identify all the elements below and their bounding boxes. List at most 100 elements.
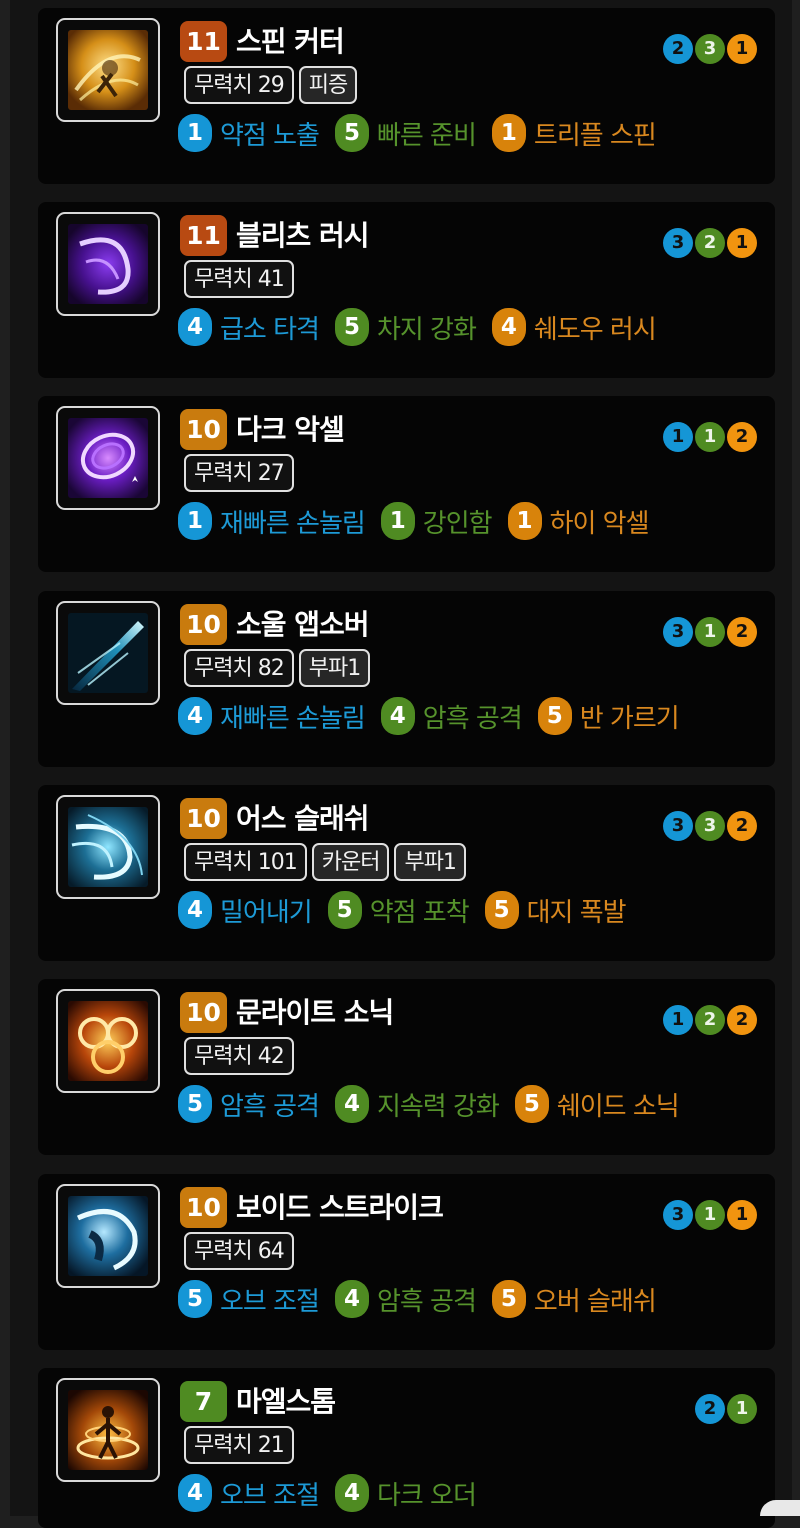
skill-card[interactable]: 10 어스 슬래쉬 무력치 101 카운터 부파1 3 3 2 4 밀어내기 5… — [38, 785, 775, 961]
tripod-level: 5 — [178, 1085, 212, 1123]
tripod-level: 4 — [178, 891, 212, 929]
tripod-tier-dots: 3 3 2 — [663, 811, 757, 841]
tripod-row: 1 약점 노출 5 빠른 준비 1 트리플 스핀 — [178, 114, 672, 152]
skill-card[interactable]: 11 블리츠 러시 무력치 41 3 2 1 4 급소 타격 5 차지 강화 4… — [38, 202, 775, 378]
skill-card[interactable]: 11 스핀 커터 무력치 29 피증 2 3 1 1 약점 노출 5 빠른 준비… — [38, 8, 775, 184]
skill-name: 문라이트 소닉 — [236, 996, 394, 1029]
tripod-name: 빠른 준비 — [376, 120, 477, 151]
skill-icon-frame[interactable] — [56, 795, 160, 899]
tripod-tier2[interactable]: 4 지속력 강화 — [334, 1085, 500, 1123]
tripod-tier3[interactable]: 1 하이 악셀 — [507, 502, 650, 540]
skill-tags: 무력치 29 피증 — [184, 66, 358, 104]
tripod-tier2[interactable]: 4 암흑 공격 — [334, 1280, 477, 1318]
tier1-dot: 3 — [663, 1200, 693, 1230]
stagger-tag: 무력치 82 — [184, 649, 294, 687]
tripod-name: 쉐도우 러시 — [533, 314, 657, 345]
tripod-name: 지속력 강화 — [376, 1091, 500, 1122]
tripod-name: 급소 타격 — [220, 314, 320, 345]
tripod-tier1[interactable]: 4 밀어내기 — [178, 891, 313, 929]
tripod-tier3[interactable]: 5 쉐이드 소닉 — [514, 1085, 680, 1123]
tripod-tier-dots: 3 2 1 — [663, 228, 757, 258]
tripod-tier2[interactable]: 5 차지 강화 — [334, 308, 477, 346]
skill-icon-frame[interactable] — [56, 1378, 160, 1482]
void-strike-icon — [68, 1196, 148, 1276]
soul-absorber-icon — [68, 613, 148, 693]
tripod-tier2[interactable]: 4 다크 오더 — [334, 1474, 477, 1512]
tripod-tier2[interactable]: 4 암흑 공격 — [380, 697, 523, 735]
tripod-tier1[interactable]: 4 급소 타격 — [178, 308, 320, 346]
tripod-tier3[interactable]: 5 대지 폭발 — [484, 891, 627, 929]
tier1-dot: 2 — [663, 34, 693, 64]
tripod-tier1[interactable]: 1 재빠른 손놀림 — [178, 502, 366, 540]
skill-icon-frame[interactable] — [56, 601, 160, 705]
skill-icon-frame[interactable] — [56, 18, 160, 122]
counter-tag: 카운터 — [311, 843, 390, 881]
skill-icon-frame[interactable] — [56, 1184, 160, 1288]
effect-tag: 피증 — [298, 66, 358, 104]
tripod-row: 1 재빠른 손놀림 1 강인함 1 하이 악셀 — [178, 502, 665, 540]
tripod-tier2[interactable]: 5 약점 포착 — [327, 891, 470, 929]
tripod-level: 4 — [178, 697, 212, 735]
tripod-tier3[interactable]: 5 오버 슬래쉬 — [491, 1280, 657, 1318]
tripod-tier2[interactable]: 1 강인함 — [380, 502, 493, 540]
tripod-name: 암흑 공격 — [422, 703, 523, 734]
tripod-tier1[interactable]: 1 약점 노출 — [178, 114, 320, 152]
effect-tag: 부파1 — [298, 649, 371, 687]
stagger-tag: 무력치 41 — [184, 260, 294, 298]
skill-name: 다크 악셀 — [236, 413, 345, 446]
tripod-name: 쉐이드 소닉 — [556, 1091, 680, 1122]
skill-icon-frame[interactable] — [56, 989, 160, 1093]
skill-name: 어스 슬래쉬 — [236, 802, 370, 835]
tripod-level: 5 — [514, 1085, 549, 1123]
tripod-level: 4 — [380, 697, 415, 735]
tripod-name: 밀어내기 — [220, 897, 313, 928]
tier1-dot: 3 — [663, 228, 693, 258]
tripod-name: 하이 악셀 — [549, 508, 650, 539]
skill-card[interactable]: 7 마엘스톰 무력치 21 2 1 4 오브 조절 4 다크 오더 — [38, 1368, 775, 1528]
stagger-tag: 무력치 21 — [184, 1426, 294, 1464]
tripod-level: 1 — [178, 114, 212, 152]
tripod-tier3[interactable]: 4 쉐도우 러시 — [491, 308, 657, 346]
skill-tags: 무력치 41 — [184, 260, 294, 298]
tripod-name: 재빠른 손놀림 — [220, 703, 366, 734]
tripod-name: 차지 강화 — [376, 314, 477, 345]
tripod-name: 다크 오더 — [376, 1480, 477, 1511]
skill-card[interactable]: 10 보이드 스트라이크 무력치 64 3 1 1 5 오브 조절 4 암흑 공… — [38, 1174, 775, 1350]
tripod-level: 4 — [334, 1280, 369, 1318]
tripod-tier1[interactable]: 5 오브 조절 — [178, 1280, 320, 1318]
tier2-dot: 1 — [695, 1200, 725, 1230]
tripod-name: 강인함 — [422, 508, 493, 539]
tier1-dot: 3 — [663, 617, 693, 647]
tripod-tier1[interactable]: 4 재빠른 손놀림 — [178, 697, 366, 735]
skill-icon-frame[interactable] — [56, 212, 160, 316]
skill-icon-frame[interactable] — [56, 406, 160, 510]
tripod-level: 4 — [178, 1474, 212, 1512]
skill-tags: 무력치 42 — [184, 1037, 294, 1075]
skill-card[interactable]: 10 소울 앱소버 무력치 82 부파1 3 1 2 4 재빠른 손놀림 4 암… — [38, 591, 775, 767]
skill-level-badge: 10 — [180, 604, 227, 645]
tripod-name: 약점 노출 — [220, 120, 320, 151]
tripod-tier2[interactable]: 5 빠른 준비 — [334, 114, 477, 152]
tripod-tier1[interactable]: 5 암흑 공격 — [178, 1085, 320, 1123]
stagger-tag: 무력치 29 — [184, 66, 294, 104]
tripod-tier3[interactable]: 5 반 가르기 — [537, 697, 680, 735]
moonlight-sonic-icon — [68, 1001, 148, 1081]
tripod-row: 5 오브 조절 4 암흑 공격 5 오버 슬래쉬 — [178, 1280, 672, 1318]
tripod-tier1[interactable]: 4 오브 조절 — [178, 1474, 320, 1512]
skill-level-badge: 7 — [180, 1381, 227, 1422]
skill-card[interactable]: 10 문라이트 소닉 무력치 42 1 2 2 5 암흑 공격 4 지속력 강화… — [38, 979, 775, 1155]
scrollbar-thumb[interactable] — [760, 1500, 800, 1516]
tripod-level: 1 — [507, 502, 542, 540]
tripod-tier-dots: 1 1 2 — [663, 422, 757, 452]
skill-level-badge: 10 — [180, 409, 227, 450]
skill-tags: 무력치 27 — [184, 454, 294, 492]
tripod-tier3[interactable]: 1 트리플 스핀 — [491, 114, 657, 152]
tier2-dot: 3 — [695, 34, 725, 64]
skill-level-badge: 11 — [180, 215, 227, 256]
tripod-tier-dots: 3 1 2 — [663, 617, 757, 647]
tripod-level: 5 — [178, 1280, 212, 1318]
skill-card[interactable]: 10 다크 악셀 무력치 27 1 1 2 1 재빠른 손놀림 1 강인함 1 … — [38, 396, 775, 572]
tripod-level: 5 — [484, 891, 519, 929]
stagger-tag: 무력치 27 — [184, 454, 294, 492]
tripod-level: 5 — [537, 697, 572, 735]
